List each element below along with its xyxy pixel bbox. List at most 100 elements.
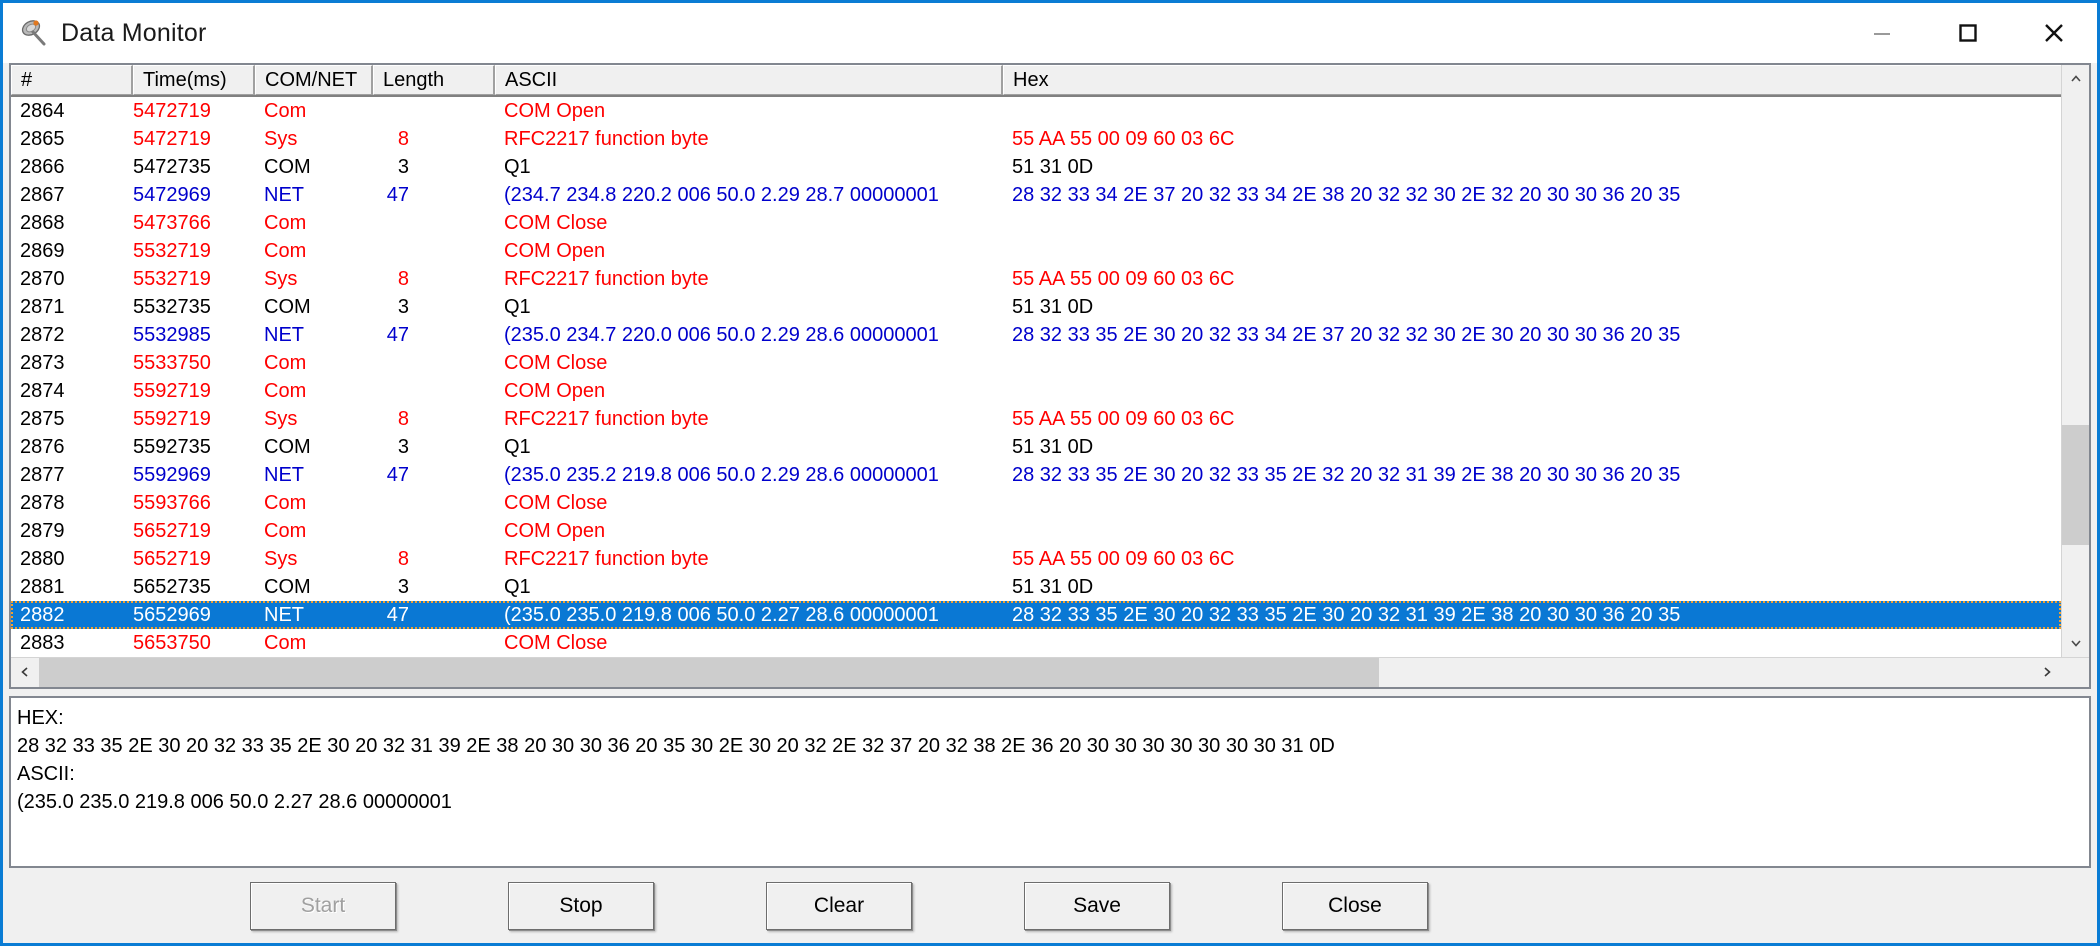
table-row[interactable]: 2876 5592735 COM 3 Q1 51 31 0D [11,433,2061,461]
cell-num: 2878 [20,491,65,514]
minimize-button[interactable] [1839,3,1925,63]
cell-time: 5472719 [133,127,211,150]
cell-time: 5472719 [133,99,211,122]
table-row[interactable]: 2867 5472969 NET 47 (234.7 234.8 220.2 006 5… [11,181,2061,209]
table-row[interactable]: 2875 5592719 Sys 8 RFC2217 function byte 55 A… [11,405,2061,433]
horizontal-scrollbar[interactable] [11,657,2089,687]
table-row[interactable]: 2866 5472735 COM 3 Q1 51 31 0D [11,153,2061,181]
table-row[interactable]: 2879 5652719 Com COM Open [11,517,2061,545]
save-button[interactable]: Save [1024,881,1170,930]
close-icon [2045,24,2063,42]
stop-button[interactable]: Stop [508,881,654,930]
cell-time: 5533750 [133,351,211,374]
cell-type: Com [264,239,307,262]
cell-len: 8 [397,547,409,570]
packet-rows[interactable]: 2864 5472719 Com COM Open 2865 5472719 Sys 8 RFC… [11,97,2061,657]
cell-time: 5592735 [133,435,211,458]
clear-button[interactable]: Clear [766,881,912,930]
table-row[interactable]: 2868 5473766 Com COM Close [11,209,2061,237]
table-row[interactable]: 2880 5652719 Sys 8 RFC2217 function byte 55 A… [11,545,2061,573]
cell-type: Com [264,631,307,654]
column-header-ascii[interactable]: ASCII [495,65,1003,95]
column-header-time[interactable]: Time(ms) [133,65,255,95]
table-row[interactable]: 2871 5532735 COM 3 Q1 51 31 0D [11,293,2061,321]
vertical-scroll-thumb[interactable] [2062,425,2089,546]
close-button-titlebar[interactable] [2011,3,2097,63]
horizontal-scroll-thumb[interactable] [39,658,1379,687]
vertical-scroll-track[interactable] [2062,93,2089,629]
cell-type: Com [264,379,307,402]
table-row[interactable]: 2877 5592969 NET 47 (235.0 235.2 219.8 006 5… [11,461,2061,489]
scroll-right-button[interactable] [2033,658,2061,686]
table-row[interactable]: 2883 5653750 Com COM Close [11,629,2061,657]
cell-len: 8 [397,407,409,430]
scroll-down-button[interactable] [2062,629,2089,657]
cell-len: 8 [397,127,409,150]
scroll-left-button[interactable] [11,658,39,686]
cell-time: 5593766 [133,491,211,514]
cell-time: 5592969 [133,463,211,486]
cell-hex: 51 31 0D [1012,435,1094,458]
cell-ascii: COM Open [504,519,606,542]
cell-len: 47 [386,323,409,346]
table-row[interactable]: 2864 5472719 Com COM Open [11,97,2061,125]
table-row[interactable]: 2878 5593766 Com COM Close [11,489,2061,517]
cell-len: 8 [397,267,409,290]
cell-hex: 28 32 33 35 2E 30 20 32 33 35 2E 32 20 3… [1012,463,1681,486]
column-header-comnet[interactable]: COM/NET [255,65,373,95]
cell-hex: 51 31 0D [1012,575,1094,598]
cell-ascii: RFC2217 function byte [504,127,709,150]
packet-list-view[interactable]: # Time(ms) COM/NET Length ASCII Hex 2864… [9,63,2091,689]
window-controls [1839,3,2097,63]
cell-ascii: COM Close [504,351,608,374]
cell-len: 47 [386,603,409,626]
table-row[interactable]: 2870 5532719 Sys 8 RFC2217 function byte 55 A… [11,265,2061,293]
cell-ascii: Q1 [504,435,531,458]
cell-hex: 55 AA 55 00 09 60 03 6C [1012,267,1235,290]
cell-type: COM [264,295,311,318]
table-row[interactable]: 2865 5472719 Sys 8 RFC2217 function byte 55 A… [11,125,2061,153]
cell-type: Com [264,99,307,122]
close-button[interactable]: Close [1282,881,1428,930]
cell-hex: 51 31 0D [1012,295,1094,318]
table-row[interactable]: 2882 5652969 NET 47 (235.0 235.0 219.8 006 5… [11,601,2061,629]
list-inner: # Time(ms) COM/NET Length ASCII Hex 2864… [11,65,2089,657]
table-row[interactable]: 2872 5532985 NET 47 (235.0 234.7 220.0 006 5… [11,321,2061,349]
button-bar: Start Stop Clear Save Close [3,868,2097,943]
maximize-button[interactable] [1925,3,2011,63]
cell-num: 2869 [20,239,65,262]
cell-num: 2865 [20,127,65,150]
table-row[interactable]: 2873 5533750 Com COM Close [11,349,2061,377]
column-header-num[interactable]: # [11,65,133,95]
cell-time: 5532719 [133,267,211,290]
title-bar: Data Monitor [3,3,2097,63]
chevron-right-icon [2044,667,2051,677]
window-title: Data Monitor [61,18,207,47]
title-bar-left: Data Monitor [3,18,207,48]
cell-num: 2883 [20,631,65,654]
detail-panel[interactable]: HEX: 28 32 33 35 2E 30 20 32 33 35 2E 30… [9,696,2091,868]
cell-time: 5473766 [133,211,211,234]
vertical-scrollbar[interactable] [2061,65,2089,657]
detail-ascii-label: ASCII: [17,763,75,785]
column-header-hex[interactable]: Hex [1003,65,2061,95]
cell-hex: 55 AA 55 00 09 60 03 6C [1012,547,1235,570]
table-row[interactable]: 2881 5652735 COM 3 Q1 51 31 0D [11,573,2061,601]
data-monitor-window: Data Monitor # Time(ms) COM/NET Length A… [0,0,2100,946]
column-header-row: # Time(ms) COM/NET Length ASCII Hex [11,65,2061,97]
cell-len: 3 [397,435,409,458]
minimize-icon [1874,33,1890,35]
horizontal-scroll-track[interactable] [39,658,2033,687]
cell-num: 2870 [20,267,65,290]
cell-ascii: Q1 [504,575,531,598]
cell-ascii: RFC2217 function byte [504,407,709,430]
cell-type: Sys [264,547,298,570]
cell-num: 2872 [20,323,65,346]
cell-len: 47 [386,463,409,486]
cell-hex: 28 32 33 35 2E 30 20 32 33 34 2E 37 20 3… [1012,323,1681,346]
table-row[interactable]: 2874 5592719 Com COM Open [11,377,2061,405]
table-row[interactable]: 2869 5532719 Com COM Open [11,237,2061,265]
scroll-up-button[interactable] [2062,65,2089,93]
detail-ascii-value: (235.0 235.0 219.8 006 50.0 2.27 28.6 00… [17,791,452,813]
column-header-length[interactable]: Length [373,65,495,95]
